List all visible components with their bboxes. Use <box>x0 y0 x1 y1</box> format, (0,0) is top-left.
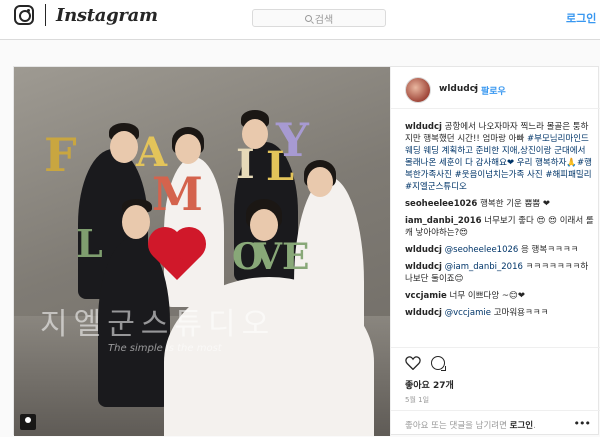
author-avatar[interactable] <box>405 77 431 103</box>
add-comment-text: 좋아요 또는 댓글을 남기려면 <box>405 421 507 431</box>
comment-user[interactable]: wldudcj <box>405 308 442 318</box>
comment-item: seoheelee1026 행복한 기운 뿜뿜 ❤ <box>405 198 595 210</box>
comment-text: 행복한 기운 뿜뿜 ❤ <box>480 199 551 209</box>
comment-text: 너무 이쁘다앙 ~😊❤ <box>449 291 525 301</box>
header-separator: • <box>473 84 479 94</box>
groom-left-face <box>110 131 138 163</box>
comment-mention[interactable]: @seoheelee1026 <box>445 245 519 255</box>
add-comment-prompt: 좋아요 또는 댓글을 남기려면 로그인. ••• <box>391 410 600 437</box>
add-comment-login-link[interactable]: 로그인 <box>510 421 533 431</box>
bride-right-face <box>307 167 333 197</box>
letter-l-love: L <box>76 221 103 266</box>
comment-text: 응 행복ㅋㅋㅋㅋ <box>521 245 579 255</box>
letter-e: E <box>282 236 310 278</box>
letter-v: V <box>254 236 282 278</box>
post-photo[interactable]: F A M I L Y L O V E 지엘군스튜디오 The simple i… <box>14 67 390 436</box>
like-count[interactable]: 좋아요 27개 <box>405 378 454 391</box>
top-navigation-bar: Instagram 검색 로그인 <box>0 0 600 40</box>
comment-item: vccjamie 너무 이쁘다앙 ~😊❤ <box>405 290 595 302</box>
comment-user[interactable]: iam_danbi_2016 <box>405 216 482 226</box>
comment-user[interactable]: wldudcj <box>405 245 442 255</box>
comment-user[interactable]: seoheelee1026 <box>405 199 477 209</box>
user-tag-icon[interactable] <box>20 414 36 430</box>
comment-mention[interactable]: @vccjamie <box>445 308 491 318</box>
comment-user[interactable]: wldudcj <box>405 262 442 272</box>
like-heart-icon[interactable] <box>405 356 421 370</box>
comment-item: wldudcj @seoheelee1026 응 행복ㅋㅋㅋㅋ <box>405 244 595 256</box>
search-input[interactable]: 검색 <box>252 9 386 27</box>
comment-item: iam_danbi_2016 너무보기 좋다 😍 😍 이래서 롤캐 낳아야하는?… <box>405 215 595 239</box>
comment-list: wldudcj 공항에서 나오자마자 찍느라 몰골은 퉁하지만 행복했던 시간!… <box>405 121 595 324</box>
comment-mention[interactable]: @iam_danbi_2016 <box>445 262 523 272</box>
bride-left-face <box>175 134 201 164</box>
comment-item: wldudcj @vccjamie 고마워용ㅋㅋㅋ <box>405 307 595 319</box>
add-comment-period: . <box>533 421 536 431</box>
search-icon <box>304 14 312 22</box>
instagram-logo[interactable]: Instagram <box>56 5 158 26</box>
instagram-camera-icon[interactable] <box>14 5 34 25</box>
studio-watermark-tagline: The simple is the most <box>108 343 222 354</box>
more-options-icon[interactable]: ••• <box>574 417 591 430</box>
letter-m: M <box>152 167 203 221</box>
post-card: F A M I L Y L O V E 지엘군스튜디오 The simple i… <box>13 66 600 436</box>
caption: wldudcj 공항에서 나오자마자 찍느라 몰골은 퉁하지만 행복했던 시간!… <box>405 121 595 193</box>
letter-y: Y <box>276 113 309 167</box>
comment-item: wldudcj @iam_danbi_2016 ㅋㅋㅋㅋㅋㅋㅋ하나보단 둘이죠😊 <box>405 261 595 285</box>
comment-text: 고마워용ㅋㅋㅋ <box>493 308 549 318</box>
letter-i: I <box>236 141 255 188</box>
father-face <box>122 205 150 239</box>
post-date[interactable]: 5월 1일 <box>405 395 429 405</box>
login-link[interactable]: 로그인 <box>566 10 596 26</box>
comment-bubble-icon[interactable] <box>431 356 446 371</box>
post-sidebar: wldudcj • 팔로우 wldudcj 공항에서 나오자마자 찍느라 몰골은… <box>390 67 600 436</box>
post-header: wldudcj • 팔로우 <box>391 67 600 109</box>
studio-watermark: 지엘군스튜디오 <box>40 307 276 342</box>
letter-f: F <box>44 128 77 182</box>
comment-user[interactable]: vccjamie <box>405 291 447 301</box>
header-divider <box>45 4 46 26</box>
follow-button[interactable]: 팔로우 <box>481 84 506 97</box>
post-actions: 좋아요 27개 5월 1일 좋아요 또는 댓글을 남기려면 로그인. ••• <box>391 347 600 431</box>
caption-author[interactable]: wldudcj <box>405 122 442 132</box>
search-placeholder: 검색 <box>314 14 334 26</box>
